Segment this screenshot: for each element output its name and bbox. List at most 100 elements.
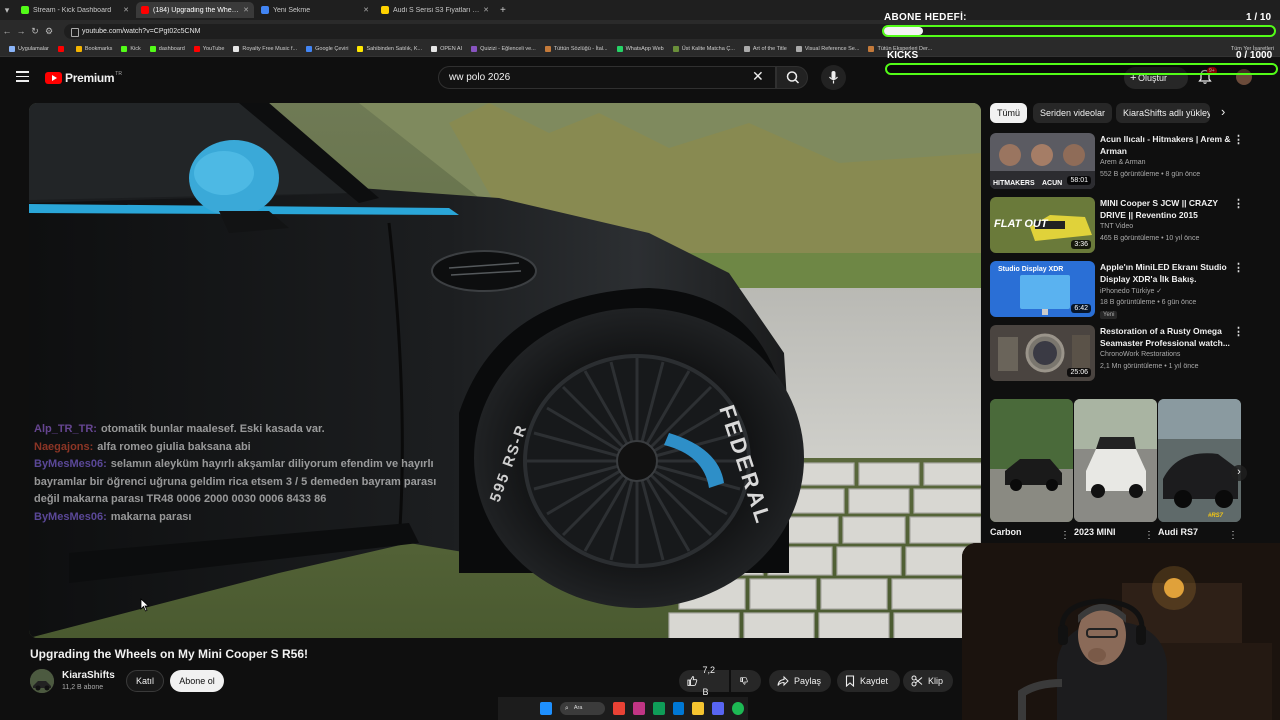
recommended-video[interactable]: 25:06 Restoration of a Rusty Omega Seamas…: [990, 325, 1280, 383]
video-thumbnail[interactable]: Studio Display XDR 6:42: [990, 261, 1095, 317]
windows-start-icon[interactable]: [540, 702, 552, 715]
save-button[interactable]: Kaydet: [837, 670, 900, 692]
shorts-next-arrow-icon[interactable]: ›: [1231, 465, 1247, 481]
site-info-icon[interactable]: ⚙: [42, 26, 56, 37]
short-title[interactable]: 2023 MINI: [1074, 527, 1116, 537]
subscribe-button[interactable]: Abone ol: [170, 670, 224, 692]
browser-tab[interactable]: Yeni Sekme ✕: [256, 2, 374, 18]
new-tab-button[interactable]: +: [500, 5, 506, 16]
subscriber-goal-count: 1 / 10: [1246, 12, 1272, 23]
bookmark-item[interactable]: Sahibinden Satılık, K...: [357, 46, 422, 52]
short-title[interactable]: Audi RS7: [1158, 527, 1198, 537]
url-field[interactable]: youtube.com/watch?v=CPgt02c5CNM: [64, 23, 894, 39]
bookmark-item[interactable]: Kick: [121, 46, 141, 52]
bookmark-item[interactable]: Uygulamalar: [9, 46, 49, 52]
browser-tab-bar: ▾ Stream - Kick Dashboard ✕ (184) Upgradin…: [0, 0, 1280, 20]
short-more-options-icon[interactable]: ⋮: [1060, 530, 1070, 541]
browser-tab[interactable]: Stream - Kick Dashboard ✕: [16, 2, 134, 18]
back-icon[interactable]: ←: [0, 26, 14, 36]
share-button[interactable]: Paylaş: [769, 670, 831, 692]
short-thumbnail-image: #RS7: [1158, 399, 1241, 522]
chip-all[interactable]: Tümü: [990, 103, 1028, 123]
chat-text: makarna parası: [110, 510, 192, 523]
youtube-premium-logo[interactable]: Premium TR: [45, 71, 122, 85]
bookmark-item[interactable]: OPEN AI: [431, 46, 462, 52]
recommended-video-title[interactable]: Apple'ın MiniLED Ekranı Studio Display X…: [1100, 261, 1236, 285]
video-thumbnail[interactable]: HITMAKERS ACUN 58:01: [990, 133, 1095, 189]
bookmark-item[interactable]: Üst Kalite Matcha Ç...: [672, 46, 735, 52]
bookmark-item[interactable]: dashboard: [149, 46, 185, 52]
file-explorer-icon[interactable]: [692, 702, 705, 715]
recommended-video-meta: 552 B görüntüleme • 8 gün önce: [1100, 171, 1201, 178]
edge-icon[interactable]: [652, 702, 665, 715]
bookmark-item[interactable]: Quizizi - Eğlenceli ve...: [471, 46, 536, 52]
discord-icon[interactable]: [712, 702, 725, 715]
browser-tab[interactable]: (184) Upgrading the Wheels on My Mini Co…: [136, 2, 254, 18]
more-options-icon[interactable]: ⋮: [1233, 133, 1244, 146]
bookmark-item[interactable]: Art of the Title: [743, 46, 787, 52]
short-thumbnail[interactable]: #RS7: [1158, 399, 1241, 522]
store-icon[interactable]: [672, 702, 685, 715]
thumbs-down-icon: [740, 677, 748, 685]
recommended-video[interactable]: FLAT OUT 3:36 MINI Cooper S JCW || CRAZY D…: [990, 197, 1280, 255]
taskbar-search[interactable]: ⌕ Ara: [559, 702, 605, 715]
tab-close-icon[interactable]: ✕: [483, 6, 489, 14]
bookmark-favicon-icon: [57, 46, 64, 52]
more-options-icon[interactable]: ⋮: [1233, 325, 1244, 338]
more-options-icon[interactable]: ⋮: [1233, 197, 1244, 210]
recommended-video-channel[interactable]: ChronoWork Restorations: [1100, 351, 1180, 358]
recommended-video-title[interactable]: Restoration of a Rusty Omega Seamaster P…: [1100, 325, 1236, 349]
reload-icon[interactable]: ↻: [28, 26, 42, 37]
recommended-video-title[interactable]: Acun Ilıcalı - Hitmakers | Arem & Arman: [1100, 133, 1236, 157]
hamburger-menu-icon[interactable]: [16, 71, 29, 82]
forward-icon[interactable]: →: [14, 26, 28, 36]
tab-close-icon[interactable]: ✕: [123, 6, 129, 14]
app-icon-red[interactable]: [632, 702, 645, 715]
chips-next-arrow-icon[interactable]: ›: [1221, 104, 1225, 119]
bookmark-item[interactable]: Tüttün Sözlüğü - İtal...: [544, 46, 608, 52]
bookmark-item[interactable]: YouTube: [193, 46, 224, 52]
thumbs-up-icon: [687, 676, 698, 686]
bookmark-item[interactable]: Google Çeviri: [306, 46, 348, 52]
dislike-button[interactable]: [731, 670, 761, 692]
tab-close-icon[interactable]: ✕: [363, 6, 369, 14]
browser-tab[interactable]: Audi S Serisi S3 Fiyatları & Modelleri✕: [376, 2, 494, 18]
short-thumbnail[interactable]: [1074, 399, 1157, 522]
tab-close-icon[interactable]: ✕: [243, 6, 249, 14]
clear-search-icon[interactable]: ✕: [752, 68, 764, 85]
tab-list-icon[interactable]: ▾: [0, 5, 14, 16]
bookmark-item[interactable]: WhatsApp Web: [616, 46, 664, 52]
spotify-icon[interactable]: [732, 702, 745, 715]
bookmark-item[interactable]: Royalty Free Music f...: [233, 46, 297, 52]
bookmark-item[interactable]: Bookmarks: [75, 46, 112, 52]
microphone-icon: [829, 71, 838, 84]
channel-avatar[interactable]: [30, 669, 54, 693]
recommended-video-channel[interactable]: Arem & Arman: [1100, 159, 1146, 166]
bookmark-label: Tüttün Sözlüğü - İtal...: [553, 46, 608, 52]
recommended-video-title[interactable]: MINI Cooper S JCW || CRAZY DRIVE || Reve…: [1100, 197, 1236, 221]
recommended-video[interactable]: HITMAKERS ACUN 58:01 Acun Ilıcalı - Hitmake…: [990, 133, 1280, 191]
like-button[interactable]: 7,2 B: [679, 665, 729, 697]
recommended-video[interactable]: Studio Display XDR 6:42 Apple'ın MiniLED E…: [990, 261, 1280, 319]
short-more-options-icon[interactable]: ⋮: [1228, 530, 1238, 541]
channel-name[interactable]: KiaraShifts: [62, 670, 115, 681]
search-button[interactable]: [776, 66, 808, 89]
recommended-video-channel[interactable]: TNT Video: [1100, 223, 1133, 230]
video-thumbnail[interactable]: FLAT OUT 3:36: [990, 197, 1095, 253]
recommended-video-channel[interactable]: iPhonedo Türkiye ✓: [1100, 287, 1162, 295]
short-more-options-icon[interactable]: ⋮: [1144, 530, 1154, 541]
video-player[interactable]: FEDERAL 595 RS-R Alp_TR_TR: otomatik bunl…: [29, 103, 981, 638]
chip-series-videos[interactable]: Seriden videolar: [1033, 103, 1113, 123]
video-thumbnail[interactable]: 25:06: [990, 325, 1095, 381]
bookmark-item[interactable]: [57, 46, 67, 52]
chrome-icon[interactable]: [612, 702, 625, 715]
more-options-icon[interactable]: ⋮: [1233, 261, 1244, 274]
search-input[interactable]: ww polo 2026: [438, 66, 776, 89]
join-button[interactable]: Katıl: [126, 670, 164, 692]
voice-search-button[interactable]: [821, 65, 846, 90]
bookmark-item[interactable]: Visual Reference Se...: [795, 46, 859, 52]
clip-button[interactable]: Klip: [903, 670, 953, 692]
short-title[interactable]: Carbon: [990, 527, 1022, 537]
chip-uploader[interactable]: KiaraShifts adlı yükleyiciden: [1116, 103, 1210, 123]
short-thumbnail[interactable]: [990, 399, 1073, 522]
